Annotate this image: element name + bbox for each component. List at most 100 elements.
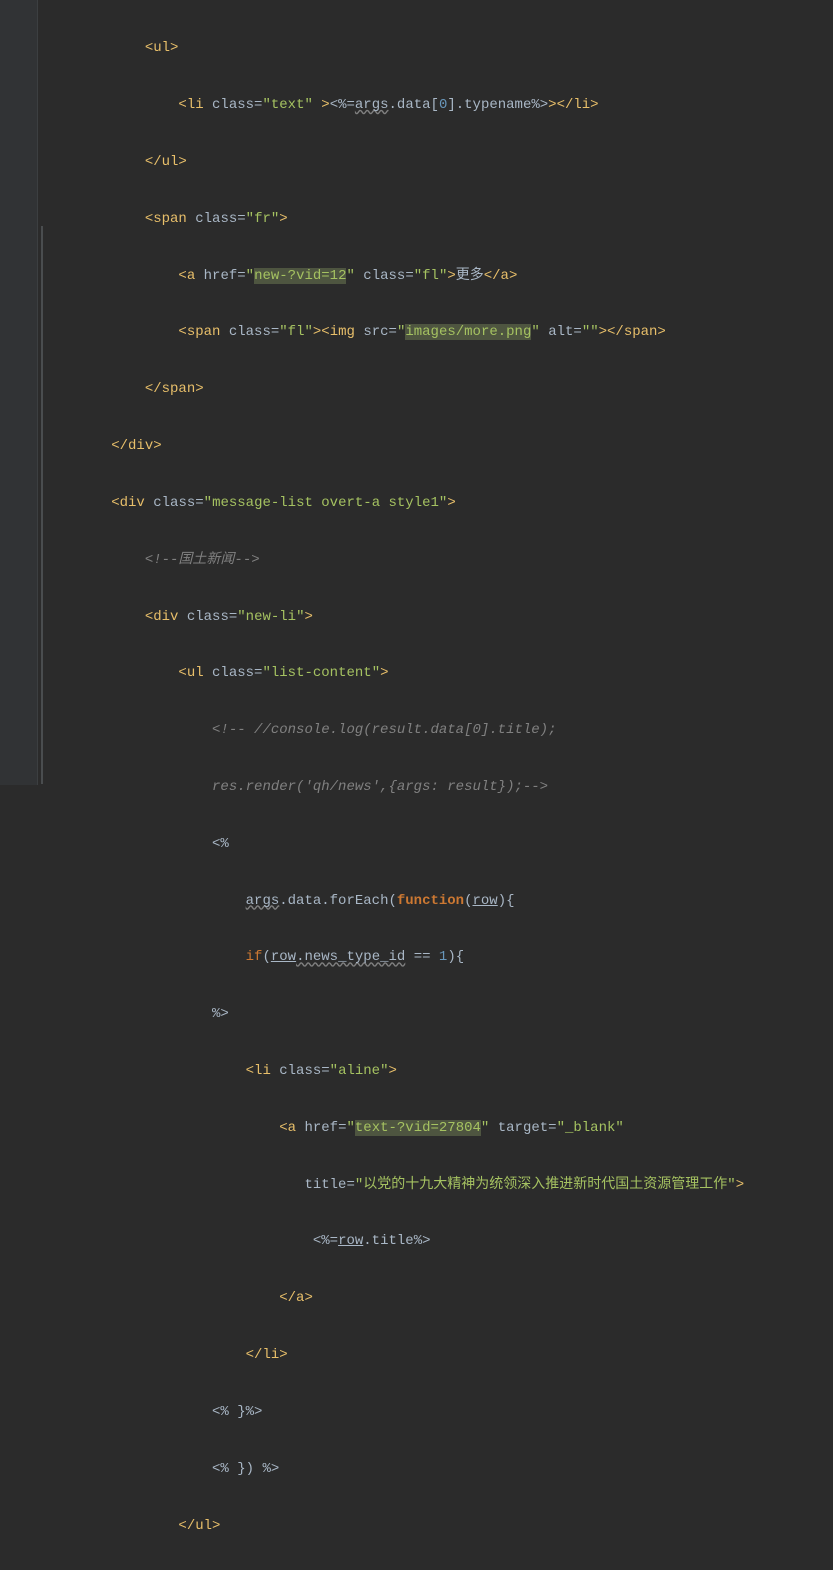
- punct: (: [464, 893, 472, 909]
- punct: =: [338, 1120, 346, 1136]
- tag: </li>: [246, 1347, 288, 1363]
- attr: class: [279, 1063, 321, 1079]
- tag: <span: [178, 324, 228, 340]
- punct: ){: [447, 949, 464, 965]
- tag: >: [447, 268, 455, 284]
- tag: <span: [145, 211, 195, 227]
- code-line[interactable]: args.data.forEach(function(row){: [44, 887, 833, 915]
- ejs-delim: <% }) %>: [212, 1461, 279, 1477]
- code-line[interactable]: </span>: [44, 375, 833, 403]
- tag: ><img: [313, 324, 363, 340]
- tag: <div: [145, 609, 187, 625]
- code-line[interactable]: <div class="message-list overt-a style1"…: [44, 489, 833, 517]
- tag: >: [736, 1177, 744, 1193]
- tag: <a: [279, 1120, 304, 1136]
- ident: .title: [363, 1233, 413, 1249]
- tag: <a: [178, 268, 203, 284]
- code-line[interactable]: <ul>: [44, 34, 833, 62]
- ejs-delim: %>: [531, 97, 548, 113]
- code-line[interactable]: <a href="text-?vid=27804" target="_blank…: [44, 1114, 833, 1142]
- string: "fl": [414, 268, 448, 284]
- string: "fl": [279, 324, 313, 340]
- ident: row: [338, 1233, 363, 1249]
- code-line[interactable]: <%=row.title%>: [44, 1227, 833, 1255]
- code-line[interactable]: </li>: [44, 1341, 833, 1369]
- punct: ){: [498, 893, 515, 909]
- code-line[interactable]: <ul class="list-content">: [44, 659, 833, 687]
- attr: class: [229, 324, 271, 340]
- punct: =: [573, 324, 581, 340]
- attr: alt: [548, 324, 573, 340]
- punct: =: [405, 268, 413, 284]
- punct: (: [262, 949, 270, 965]
- punct: =: [237, 211, 245, 227]
- ejs-delim: %>: [414, 1233, 431, 1249]
- punct: =: [346, 1177, 354, 1193]
- ident: .news_type_id: [296, 949, 405, 965]
- keyword: if: [246, 949, 263, 965]
- text: 更多: [456, 268, 484, 284]
- tag: >: [380, 665, 388, 681]
- punct: =: [195, 495, 203, 511]
- comment: <!-- //console.log(result.data[0].title)…: [212, 722, 556, 738]
- code-line[interactable]: <span class="fr">: [44, 205, 833, 233]
- punct: =: [389, 324, 397, 340]
- tag: >: [279, 211, 287, 227]
- string: "list-content": [262, 665, 380, 681]
- ejs-delim: %>: [212, 1006, 229, 1022]
- tag: >: [389, 1063, 397, 1079]
- attr: src: [363, 324, 388, 340]
- tag: <ul: [178, 665, 212, 681]
- code-line[interactable]: <% }%>: [44, 1398, 833, 1426]
- attr: class: [212, 665, 254, 681]
- punct: =: [237, 268, 245, 284]
- code-line[interactable]: </ul>: [44, 1512, 833, 1540]
- comment: res.render('qh/news',{args: result});-->: [212, 779, 548, 795]
- ident: args: [355, 97, 389, 113]
- tag: <ul>: [145, 40, 179, 56]
- tag: </span>: [145, 381, 204, 397]
- code-line[interactable]: <span class="fl"><img src="images/more.p…: [44, 318, 833, 346]
- code-line[interactable]: </div>: [44, 432, 833, 460]
- ident: .data[: [389, 97, 439, 113]
- punct: =: [548, 1120, 556, 1136]
- code-line[interactable]: if(row.news_type_id == 1){: [44, 943, 833, 971]
- attr: class: [195, 211, 237, 227]
- comment: <!--国土新闻-->: [145, 552, 260, 568]
- code-line[interactable]: <% }) %>: [44, 1455, 833, 1483]
- code-line[interactable]: res.render('qh/news',{args: result});-->: [44, 773, 833, 801]
- ident: args: [246, 893, 280, 909]
- tag: ></span>: [599, 324, 666, 340]
- code-line[interactable]: <li class="text" ><%=args.data[0].typena…: [44, 91, 833, 119]
- code-line[interactable]: <a href="new-?vid=12" class="fl">更多</a>: [44, 262, 833, 290]
- punct: =: [229, 609, 237, 625]
- code-line[interactable]: </div>: [44, 1568, 833, 1570]
- attr: href: [204, 268, 238, 284]
- punct: =: [271, 324, 279, 340]
- code-editor-content[interactable]: <ul> <li class="text" ><%=args.data[0].t…: [0, 0, 833, 1570]
- code-line[interactable]: </a>: [44, 1284, 833, 1312]
- fold-indicator: [41, 226, 43, 784]
- code-line[interactable]: %>: [44, 1000, 833, 1028]
- ejs-delim: <% }%>: [212, 1404, 262, 1420]
- attr: target: [498, 1120, 548, 1136]
- number: 1: [439, 949, 447, 965]
- attr: class: [212, 97, 254, 113]
- code-line[interactable]: <div class="new-li">: [44, 603, 833, 631]
- keyword: function: [397, 893, 464, 909]
- code-line[interactable]: <!--国土新闻-->: [44, 546, 833, 574]
- tag: <div: [111, 495, 153, 511]
- code-line[interactable]: <li class="aline">: [44, 1057, 833, 1085]
- string: "以党的十九大精神为统领深入推进新时代国土资源管理工作": [355, 1177, 736, 1193]
- code-line[interactable]: title="以党的十九大精神为统领深入推进新时代国土资源管理工作">: [44, 1171, 833, 1199]
- tag: </div>: [111, 438, 161, 454]
- code-line[interactable]: <!-- //console.log(result.data[0].title)…: [44, 716, 833, 744]
- param: row: [473, 893, 498, 909]
- string: "message-list overt-a style1": [204, 495, 448, 511]
- string: "fr": [246, 211, 280, 227]
- ejs-delim: <%=: [313, 1233, 338, 1249]
- code-line[interactable]: </ul>: [44, 148, 833, 176]
- tag: <li: [178, 97, 212, 113]
- code-line[interactable]: <%: [44, 830, 833, 858]
- string: "": [582, 324, 599, 340]
